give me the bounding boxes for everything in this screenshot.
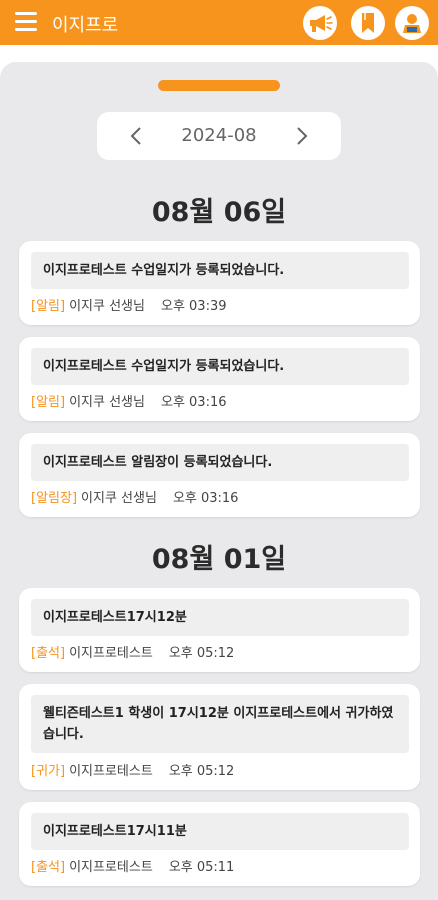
month-navigator: 2024-08 xyxy=(97,112,341,160)
notification-meta: [귀가] 이지프로테스트 오후 05:12 xyxy=(31,760,234,779)
notification-card[interactable]: 웰티즌테스트1 학생이 17시12분 이지프로테스트에서 귀가하였습니다. [귀… xyxy=(19,684,420,790)
next-month-button[interactable] xyxy=(291,124,313,148)
notification-message: 이지프로테스트 수업일지가 등록되었습니다. xyxy=(31,348,409,385)
sender-name: 이지프로테스트 xyxy=(69,764,153,779)
notification-meta: [알림] 이지쿠 선생님 오후 03:16 xyxy=(31,391,227,410)
timestamp: 오후 03:16 xyxy=(160,395,227,410)
date-heading: 08월 06일 xyxy=(151,197,287,228)
sender-name: 이지쿠 선생님 xyxy=(69,395,145,410)
bookmark-button[interactable] xyxy=(351,6,385,40)
category-tag: [알림장] xyxy=(31,491,78,506)
date-heading: 08월 01일 xyxy=(151,544,287,575)
chevron-right-icon xyxy=(297,127,308,145)
category-tag: [귀가] xyxy=(31,764,66,779)
notification-card[interactable]: 이지프로테스트 수업일지가 등록되었습니다. [알림] 이지쿠 선생님 오후 03:… xyxy=(19,337,420,421)
category-tag: [출석] xyxy=(31,860,66,875)
notification-message: 웰티즌테스트1 학생이 17시12분 이지프로테스트에서 귀가하였습니다. xyxy=(31,695,409,753)
timestamp: 오후 03:16 xyxy=(172,491,239,506)
notification-message: 이지프로테스트17시12분 xyxy=(31,599,409,636)
user-icon xyxy=(403,14,421,33)
notification-message: 이지프로테스트17시11분 xyxy=(31,813,409,850)
timestamp: 오후 05:12 xyxy=(168,764,235,779)
notification-meta: [알림] 이지쿠 선생님 오후 03:39 xyxy=(31,295,227,314)
sender-name: 이지쿠 선생님 xyxy=(69,299,145,314)
notification-message: 이지프로테스트 수업일지가 등록되었습니다. xyxy=(31,252,409,289)
category-tag: [알림] xyxy=(31,395,66,410)
sheet-drag-handle[interactable] xyxy=(158,80,280,91)
timestamp: 오후 05:11 xyxy=(168,860,235,875)
app-bar: 이지프로 xyxy=(0,0,438,45)
timestamp: 오후 03:39 xyxy=(160,299,227,314)
notification-message: 이지프로테스트 알림장이 등록되었습니다. xyxy=(31,444,409,481)
bookmark-icon xyxy=(362,13,374,33)
megaphone-icon xyxy=(310,15,333,32)
notification-card[interactable]: 이지프로테스트17시11분 [출석] 이지프로테스트 오후 05:11 xyxy=(19,802,420,886)
timestamp: 오후 05:12 xyxy=(168,646,235,661)
notification-meta: [출석] 이지프로테스트 오후 05:11 xyxy=(31,856,234,875)
announcement-button[interactable] xyxy=(303,6,337,40)
app-title: 이지프로 xyxy=(52,15,119,36)
category-tag: [출석] xyxy=(31,646,66,661)
notification-card[interactable]: 이지프로테스트17시12분 [출석] 이지프로테스트 오후 05:12 xyxy=(19,588,420,672)
sender-name: 이지프로테스트 xyxy=(69,646,153,661)
category-tag: [알림] xyxy=(31,299,66,314)
notification-card[interactable]: 이지프로테스트 수업일지가 등록되었습니다. [알림] 이지쿠 선생님 오후 03:… xyxy=(19,241,420,325)
sender-name: 이지쿠 선생님 xyxy=(81,491,157,506)
profile-button[interactable] xyxy=(395,6,429,40)
notification-card[interactable]: 이지프로테스트 알림장이 등록되었습니다. [알림장] 이지쿠 선생님 오후 03:… xyxy=(19,433,420,517)
notification-meta: [출석] 이지프로테스트 오후 05:12 xyxy=(31,642,234,661)
notification-meta: [알림장] 이지쿠 선생님 오후 03:16 xyxy=(31,487,238,506)
sender-name: 이지프로테스트 xyxy=(69,860,153,875)
hamburger-icon[interactable] xyxy=(15,12,37,32)
